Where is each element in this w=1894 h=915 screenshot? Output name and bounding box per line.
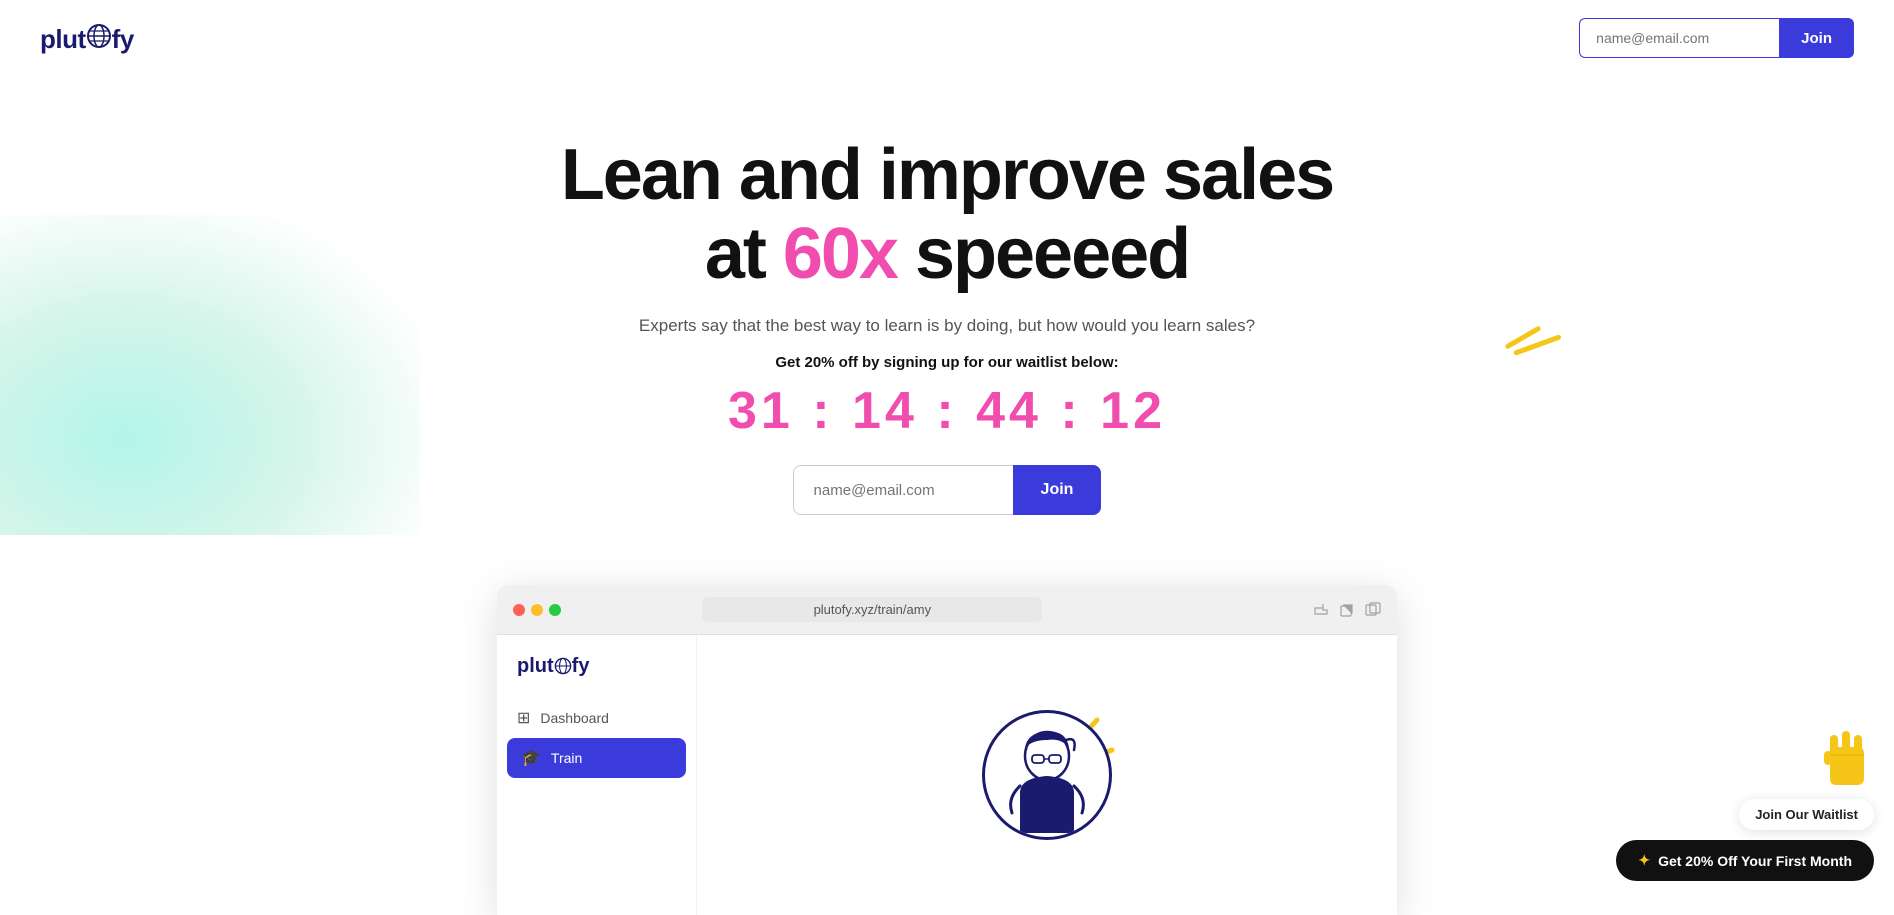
sidebar-train-label: Train [551, 750, 582, 766]
dashboard-icon: ⊞ [517, 708, 530, 728]
logo-globe-icon [86, 23, 112, 49]
nav-join-button[interactable]: Join [1779, 18, 1854, 58]
hero-email-form: Join [20, 465, 1874, 515]
hand-pointer-icon [1820, 725, 1874, 789]
hero-title: Lean and improve sales at 60x speeeed [20, 136, 1874, 294]
sidebar-item-dashboard[interactable]: ⊞ Dashboard [497, 698, 696, 738]
train-icon: 🎓 [521, 748, 541, 768]
browser-minimize-dot [531, 604, 543, 616]
avatar-illustration [992, 718, 1102, 833]
logo-text: plut fy [40, 22, 134, 55]
browser-content: plut fy ⊞ Dashboard 🎓 Train [497, 635, 1397, 915]
avatar-container [982, 710, 1112, 840]
star-icon: ✦ [1638, 852, 1650, 869]
hero-section: Lean and improve sales at 60x speeeed Ex… [0, 76, 1894, 535]
spark-decoration [1503, 329, 1553, 357]
cta-pill-button[interactable]: ✦ Get 20% Off Your First Month [1616, 840, 1874, 881]
hero-cta-label: Get 20% off by signing up for our waitli… [20, 354, 1874, 371]
app-main-content [697, 635, 1397, 915]
browser-duplicate-icon [1365, 602, 1381, 618]
countdown-timer: 31 : 14 : 44 : 12 [20, 381, 1874, 441]
sidebar-globe-icon [554, 657, 572, 675]
browser-url-bar: plutofy.xyz/train/amy [702, 597, 1042, 622]
avatar [982, 710, 1112, 840]
browser-dots [513, 604, 561, 616]
browser-mockup: plutofy.xyz/train/amy plut fy [0, 585, 1894, 915]
nav-email-input[interactable] [1579, 18, 1779, 58]
browser-share-icon [1313, 602, 1329, 618]
sidebar-logo: plut fy [497, 655, 696, 698]
browser-window: plutofy.xyz/train/amy plut fy [497, 585, 1397, 915]
nav-email-form: Join [1579, 18, 1854, 58]
logo: plut fy [40, 22, 134, 55]
hero-join-button[interactable]: Join [1013, 465, 1102, 515]
browser-close-dot [513, 604, 525, 616]
bottom-bar: Join Our Waitlist ✦ Get 20% Off Your Fir… [1616, 725, 1874, 881]
browser-bar: plutofy.xyz/train/amy [497, 585, 1397, 635]
cta-pill-label: Get 20% Off Your First Month [1658, 853, 1852, 869]
sidebar-item-train[interactable]: 🎓 Train [507, 738, 686, 778]
hand-icon-wrap [1820, 725, 1874, 789]
browser-maximize-dot [549, 604, 561, 616]
browser-actions [1313, 602, 1381, 618]
hero-subtitle: Experts say that the best way to learn i… [20, 316, 1874, 336]
waitlist-label: Join Our Waitlist [1739, 799, 1874, 830]
app-sidebar: plut fy ⊞ Dashboard 🎓 Train [497, 635, 697, 915]
sidebar-dashboard-label: Dashboard [540, 710, 609, 726]
navbar: plut fy Join [0, 0, 1894, 76]
browser-newtab-icon [1339, 602, 1355, 618]
hero-email-input[interactable] [793, 465, 1013, 515]
